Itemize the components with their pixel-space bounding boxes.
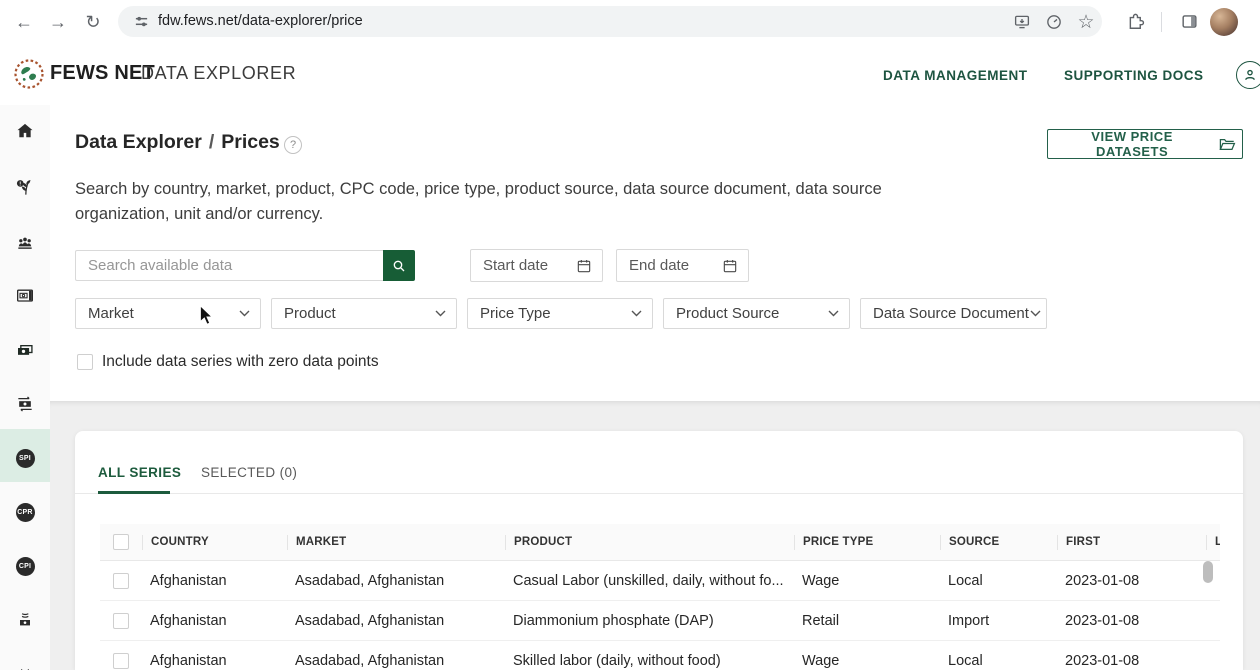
chevron-down-icon (828, 310, 839, 317)
product-filter[interactable]: Product (271, 298, 457, 329)
side-panel-icon[interactable] (1178, 10, 1200, 32)
price-type-filter[interactable]: Price Type (467, 298, 653, 329)
col-market[interactable]: MARKET (287, 535, 505, 550)
table-row[interactable]: Afghanistan Asadabad, Afghanistan Casual… (100, 561, 1220, 601)
fews-net-logo[interactable] (13, 58, 45, 95)
search-input[interactable] (75, 250, 383, 281)
site-settings-icon[interactable] (130, 10, 152, 32)
chevron-down-icon (1030, 310, 1041, 317)
search-icon (391, 258, 407, 274)
crop-conditions-icon: ! (15, 178, 35, 198)
sidebar-item-home[interactable] (0, 118, 50, 144)
sidebar-item-price-datasets[interactable] (0, 283, 50, 309)
address-bar[interactable]: fdw.fews.net/data-explorer/price ☆ (118, 6, 1102, 37)
forward-icon[interactable]: → (45, 9, 71, 35)
trade-flow-icon (15, 610, 35, 630)
install-app-icon[interactable] (1011, 11, 1033, 33)
market-filter[interactable]: Market (75, 298, 261, 329)
view-price-datasets-button[interactable]: VIEW PRICE DATASETS (1047, 129, 1243, 159)
row-checkbox[interactable] (113, 573, 129, 589)
prices-banknote-icon (15, 340, 35, 360)
search-button[interactable] (383, 250, 415, 281)
bookmark-star-icon[interactable]: ☆ (1075, 11, 1097, 33)
partial-icon (15, 658, 35, 670)
page-description: Search by country, market, product, CPC … (75, 177, 915, 226)
performance-gauge-icon[interactable] (1043, 11, 1065, 33)
col-source[interactable]: SOURCE (940, 535, 1057, 550)
col-product[interactable]: PRODUCT (505, 535, 794, 550)
col-country[interactable]: COUNTRY (142, 535, 287, 550)
exchange-rates-icon (15, 394, 35, 414)
row-checkbox[interactable] (113, 653, 129, 669)
row-checkbox[interactable] (113, 613, 129, 629)
price-dataset-icon (15, 286, 35, 306)
app-header: FEWS NET DATA EXPLORER DATA MANAGEMENT S… (0, 44, 1260, 106)
sidebar-item-spi[interactable]: SPI (0, 445, 50, 471)
browser-toolbar: ← → ↻ fdw.fews.net/data-explorer/price ☆ (0, 0, 1260, 45)
sidebar-item-crops[interactable]: ! (0, 175, 50, 201)
tab-selected[interactable]: SELECTED (0) (201, 465, 297, 480)
tab-all-series[interactable]: ALL SERIES (98, 465, 181, 480)
folder-open-icon (1219, 137, 1236, 152)
toolbar-divider (1161, 12, 1162, 32)
back-icon[interactable]: ← (11, 9, 37, 35)
series-table: COUNTRY MARKET PRODUCT PRICE TYPE SOURCE… (100, 524, 1220, 670)
nav-data-management[interactable]: DATA MANAGEMENT (883, 68, 1027, 83)
breadcrumb-root[interactable]: Data Explorer (75, 131, 202, 153)
zero-data-toggle-row: Include data series with zero data point… (77, 353, 379, 371)
reload-icon[interactable]: ↻ (80, 9, 106, 35)
tab-divider (75, 493, 1243, 494)
start-date-field[interactable]: Start date (470, 249, 603, 282)
cpi-badge-icon: CPI (16, 557, 35, 576)
brand-title[interactable]: FEWS NET (50, 62, 155, 85)
sidebar-item-trade[interactable] (0, 607, 50, 633)
col-price-type[interactable]: PRICE TYPE (794, 535, 940, 550)
select-all-cell (100, 534, 142, 550)
breadcrumb-current: Prices (221, 131, 280, 153)
sidebar-item-prices[interactable] (0, 337, 50, 363)
search-bar (75, 250, 415, 281)
nav-supporting-docs[interactable]: SUPPORTING DOCS (1064, 68, 1204, 83)
table-row[interactable]: Afghanistan Asadabad, Afghanistan Diammo… (100, 601, 1220, 641)
sidebar-item-markets[interactable] (0, 230, 50, 256)
data-source-document-filter[interactable]: Data Source Document (860, 298, 1047, 329)
sidebar-item-cpi[interactable]: CPI (0, 553, 50, 579)
col-first[interactable]: FIRST (1057, 535, 1206, 550)
url-text[interactable]: fdw.fews.net/data-explorer/price (158, 13, 363, 29)
cpr-badge-icon: CPR (16, 503, 35, 522)
spi-badge-icon: SPI (16, 449, 35, 468)
chevron-down-icon (631, 310, 642, 317)
browser-menu-icon[interactable]: ⋮ (1253, 12, 1260, 32)
app-title: DATA EXPLORER (141, 63, 296, 84)
sidebar-item-partial[interactable] (0, 655, 50, 670)
zero-data-label: Include data series with zero data point… (102, 353, 379, 371)
end-date-field[interactable]: End date (616, 249, 749, 282)
col-last[interactable]: LAST (1206, 535, 1220, 550)
calendar-icon (722, 258, 738, 274)
account-icon[interactable] (1236, 61, 1260, 89)
table-row[interactable]: Afghanistan Asadabad, Afghanistan Skille… (100, 641, 1220, 670)
table-scrollbar-thumb[interactable] (1203, 561, 1213, 583)
chevron-down-icon (435, 310, 446, 317)
svg-text:!: ! (19, 182, 21, 188)
home-icon (15, 121, 35, 141)
help-icon[interactable]: ? (284, 136, 302, 154)
zero-data-checkbox[interactable] (77, 354, 93, 370)
extensions-icon[interactable] (1124, 10, 1146, 32)
breadcrumb: Data Explorer/Prices (75, 131, 280, 154)
select-all-checkbox[interactable] (113, 534, 129, 550)
sidebar-item-cpr[interactable]: CPR (0, 499, 50, 525)
active-tab-underline (98, 491, 170, 494)
table-header-row: COUNTRY MARKET PRODUCT PRICE TYPE SOURCE… (100, 524, 1220, 561)
page: ← → ↻ fdw.fews.net/data-explorer/price ☆ (0, 0, 1260, 670)
chevron-down-icon (239, 310, 250, 317)
calendar-icon (576, 258, 592, 274)
markets-people-icon (15, 233, 35, 253)
sidebar-item-exchange-rates[interactable] (0, 391, 50, 417)
profile-avatar[interactable] (1210, 8, 1238, 36)
product-source-filter[interactable]: Product Source (663, 298, 850, 329)
